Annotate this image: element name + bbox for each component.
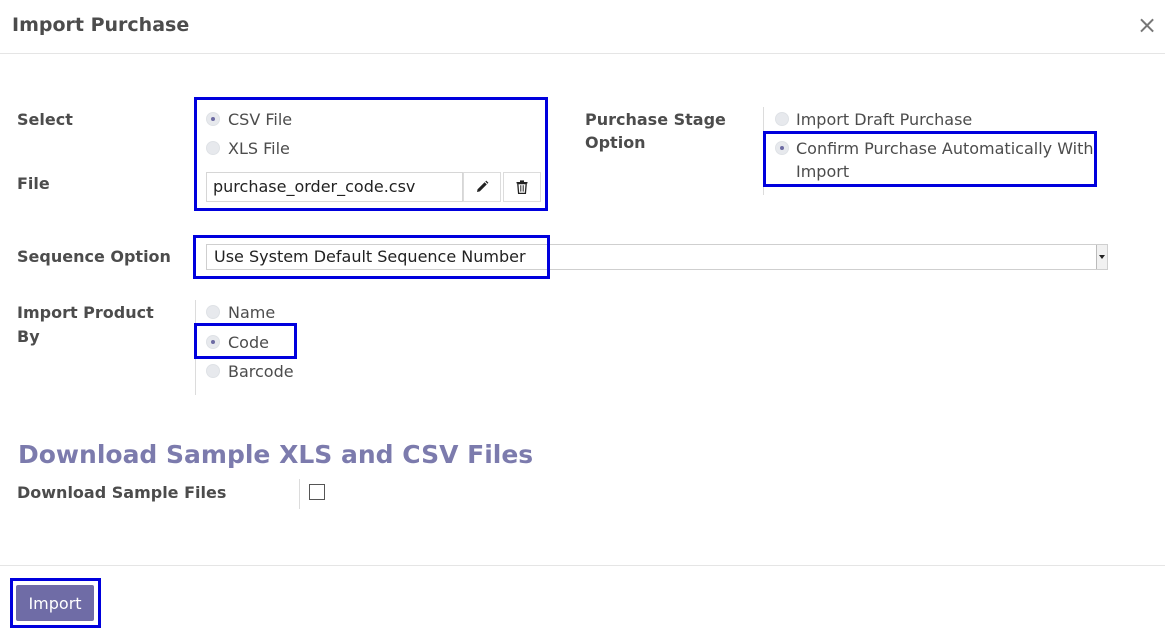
sequence-highlight bbox=[193, 235, 550, 279]
product-name-label: Name bbox=[228, 303, 276, 322]
product-code-highlight bbox=[194, 323, 297, 359]
import-draft-radio[interactable] bbox=[775, 112, 789, 126]
download-sample-checkbox[interactable] bbox=[309, 484, 325, 500]
file-label: File bbox=[17, 174, 50, 193]
import-highlight bbox=[10, 578, 101, 628]
product-label-line1: Import Product bbox=[17, 303, 154, 322]
stage-label-line2: Option bbox=[585, 133, 646, 152]
sequence-label: Sequence Option bbox=[17, 247, 171, 266]
close-icon[interactable]: × bbox=[1137, 11, 1157, 39]
product-label-line2: By bbox=[17, 327, 40, 346]
product-barcode-label: Barcode bbox=[228, 362, 294, 381]
footer-divider bbox=[0, 565, 1165, 566]
confirm-auto-highlight bbox=[763, 131, 1097, 187]
product-name-radio[interactable] bbox=[206, 305, 220, 319]
chevron-down-icon[interactable] bbox=[1096, 245, 1107, 269]
import-draft-label: Import Draft Purchase bbox=[796, 110, 973, 129]
download-sample-label: Download Sample Files bbox=[17, 483, 227, 502]
file-select-highlight bbox=[194, 97, 548, 211]
product-barcode-radio[interactable] bbox=[206, 364, 220, 378]
dialog-title: Import Purchase bbox=[12, 14, 190, 36]
download-divider bbox=[299, 479, 300, 509]
download-section-title: Download Sample XLS and CSV Files bbox=[18, 440, 534, 469]
stage-label-line1: Purchase Stage bbox=[585, 110, 726, 129]
select-label: Select bbox=[17, 110, 73, 129]
